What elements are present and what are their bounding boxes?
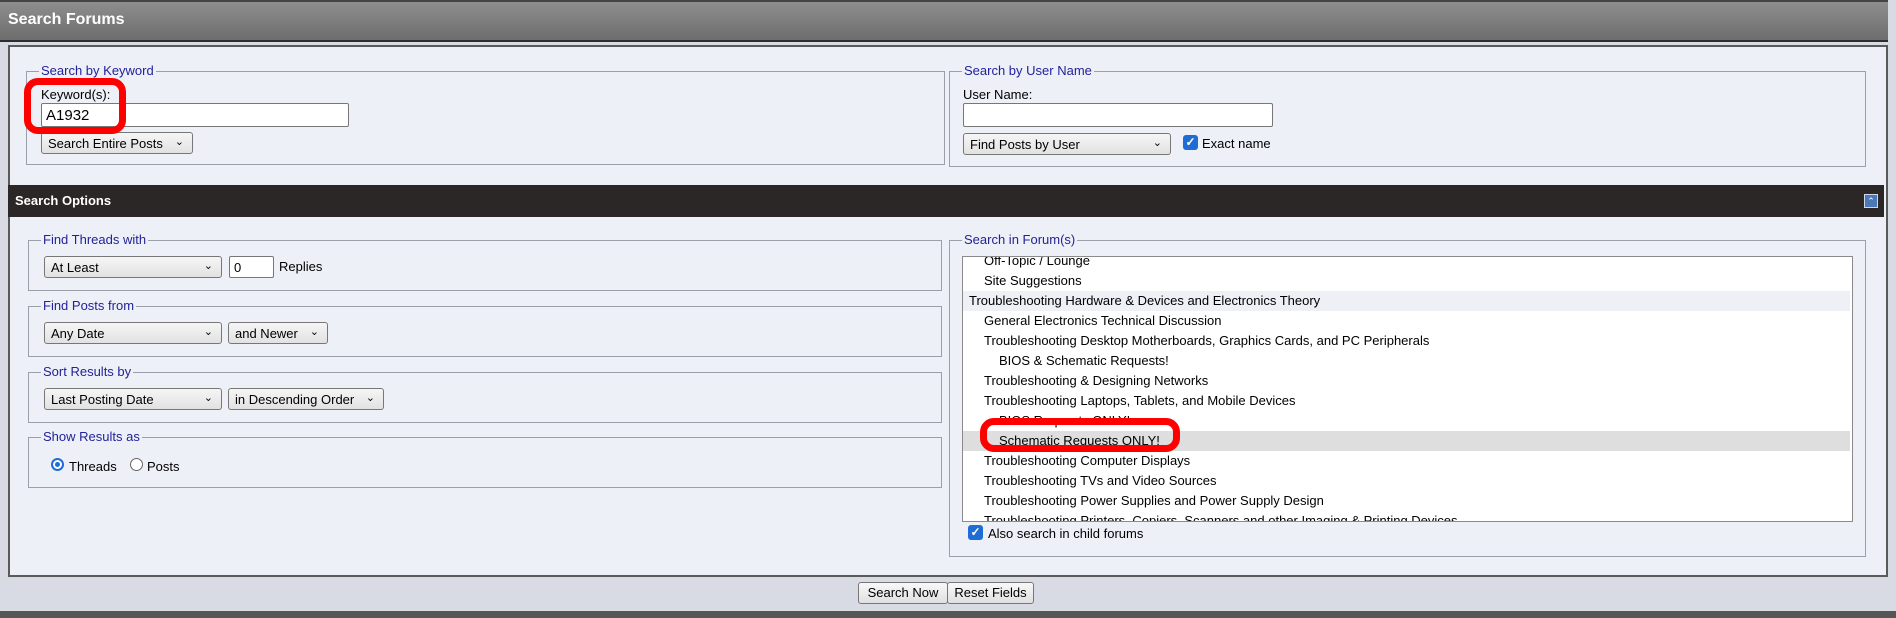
- chevron-down-icon: ⌄: [203, 392, 213, 404]
- chevron-down-icon: ⌄: [174, 136, 184, 148]
- collapse-icon[interactable]: ⌃: [1864, 194, 1878, 208]
- replies-count-input[interactable]: [229, 256, 274, 278]
- search-now-button[interactable]: Search Now: [858, 582, 948, 604]
- posts-from-legend: Find Posts from: [41, 298, 137, 313]
- show-results-fieldset: Show Results as Threads Posts: [28, 429, 942, 488]
- chevron-down-icon: ⌄: [203, 260, 213, 272]
- user-mode-value: Find Posts by User: [970, 137, 1080, 152]
- forum-list-item[interactable]: BIOS & Schematic Requests!: [963, 351, 1850, 371]
- sort-field-value: Last Posting Date: [51, 392, 154, 407]
- sort-order-value: in Descending Order: [235, 392, 355, 407]
- sort-order-select[interactable]: in Descending Order ⌄: [228, 388, 384, 410]
- title-bar: Search Forums: [0, 0, 1888, 42]
- exact-name-label: Exact name: [1202, 136, 1271, 151]
- posts-date-select[interactable]: Any Date ⌄: [44, 322, 222, 344]
- posts-radio-label: Posts: [147, 459, 180, 474]
- forums-legend: Search in Forum(s): [962, 232, 1078, 247]
- posts-date-value: Any Date: [51, 326, 105, 341]
- show-results-legend: Show Results as: [41, 429, 142, 444]
- forum-list-item[interactable]: Troubleshooting Desktop Motherboards, Gr…: [963, 331, 1850, 351]
- forum-list-item[interactable]: Troubleshooting Power Supplies and Power…: [963, 491, 1850, 511]
- forum-list-item[interactable]: Troubleshooting Laptops, Tablets, and Mo…: [963, 391, 1850, 411]
- chevron-down-icon: ⌄: [309, 326, 319, 338]
- page-title: Search Forums: [8, 11, 125, 28]
- child-forums-label: Also search in child forums: [988, 526, 1144, 541]
- threads-radio-label: Threads: [69, 459, 117, 474]
- username-legend: Search by User Name: [962, 63, 1094, 78]
- threads-radio[interactable]: [51, 458, 64, 471]
- search-options-header: Search Options ⌃: [8, 185, 1884, 217]
- sort-legend: Sort Results by: [41, 364, 134, 379]
- sort-fieldset: Sort Results by Last Posting Date ⌄ in D…: [28, 364, 942, 423]
- threads-compare-select[interactable]: At Least ⌄: [44, 256, 222, 278]
- sort-field-select[interactable]: Last Posting Date ⌄: [44, 388, 222, 410]
- forum-list-item[interactable]: Troubleshooting Hardware & Devices and E…: [963, 291, 1850, 311]
- user-mode-select[interactable]: Find Posts by User ⌄: [963, 133, 1171, 155]
- child-forums-checkbox[interactable]: ✓: [968, 525, 983, 540]
- forum-list-item[interactable]: Troubleshooting & Designing Networks: [963, 371, 1850, 391]
- username-label: User Name:: [963, 87, 1033, 102]
- reset-fields-button[interactable]: Reset Fields: [947, 582, 1034, 604]
- chevron-down-icon: ⌄: [203, 326, 213, 338]
- posts-from-fieldset: Find Posts from Any Date ⌄ and Newer ⌄: [28, 298, 942, 357]
- posts-range-select[interactable]: and Newer ⌄: [228, 322, 328, 344]
- posts-range-value: and Newer: [235, 326, 298, 341]
- selected-forum-highlight: [980, 418, 1180, 452]
- search-options-title: Search Options: [15, 193, 112, 208]
- keyword-highlight: [24, 78, 126, 134]
- forum-list-item[interactable]: Troubleshooting TVs and Video Sources: [963, 471, 1850, 491]
- bottom-border: [0, 611, 1896, 618]
- posts-radio[interactable]: [130, 458, 143, 471]
- threads-legend: Find Threads with: [41, 232, 149, 247]
- chevron-down-icon: ⌄: [365, 392, 375, 404]
- threads-fieldset: Find Threads with At Least ⌄ Replies: [28, 232, 942, 291]
- keyword-scope-select[interactable]: Search Entire Posts ⌄: [41, 132, 193, 154]
- forum-list-item[interactable]: General Electronics Technical Discussion: [963, 311, 1850, 331]
- forum-list-item[interactable]: Site Suggestions: [963, 271, 1850, 291]
- threads-compare-value: At Least: [51, 260, 99, 275]
- keyword-scope-value: Search Entire Posts: [48, 136, 163, 151]
- chevron-down-icon: ⌄: [1152, 137, 1162, 149]
- forum-list-item[interactable]: Off-Topic / Lounge: [963, 257, 1850, 271]
- forum-list-item[interactable]: Troubleshooting Printers, Copiers, Scann…: [963, 511, 1850, 521]
- exact-name-checkbox[interactable]: ✓: [1183, 135, 1198, 150]
- username-input[interactable]: [963, 103, 1273, 127]
- forum-listbox[interactable]: Off-Topic / Lounge Site Suggestions Troubl…: [962, 256, 1853, 522]
- keyword-fieldset: Search by Keyword Keyword(s): Search Ent…: [26, 63, 945, 165]
- keyword-legend: Search by Keyword: [39, 63, 156, 78]
- replies-label: Replies: [279, 259, 323, 274]
- forum-list-item[interactable]: Troubleshooting Computer Displays: [963, 451, 1850, 471]
- username-fieldset: Search by User Name User Name: Find Post…: [949, 63, 1866, 167]
